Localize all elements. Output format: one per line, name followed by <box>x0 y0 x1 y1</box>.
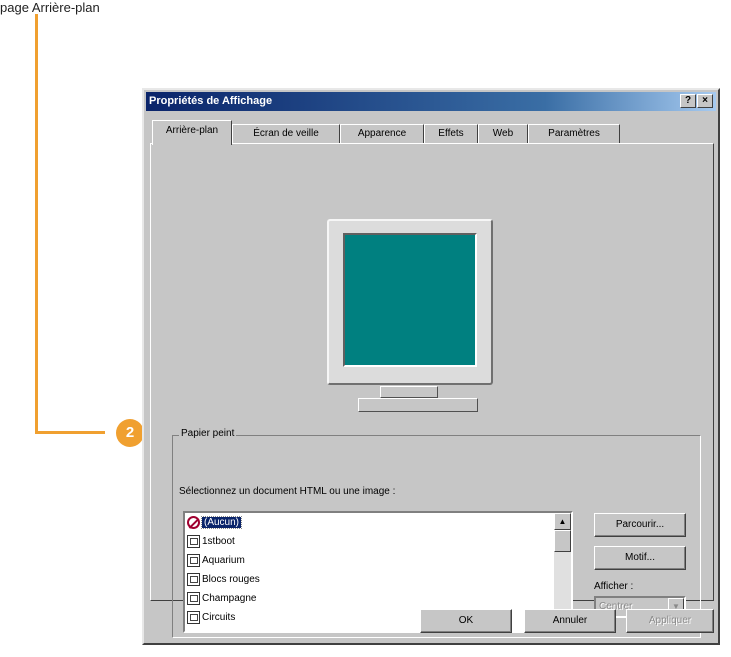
list-item-label: Circuits <box>202 612 236 623</box>
list-item[interactable]: (Aucun) <box>185 513 553 532</box>
list-item[interactable]: Champagne <box>185 589 553 608</box>
none-icon <box>187 516 200 529</box>
monitor-preview <box>327 219 493 385</box>
close-button[interactable]: × <box>697 94 713 108</box>
wallpaper-select-label: Sélectionnez un document HTML ou une ima… <box>179 486 396 497</box>
monitor-screen <box>343 233 477 367</box>
tab-settings[interactable]: Paramètres <box>528 124 620 144</box>
document-icon <box>187 554 200 567</box>
wallpaper-listbox[interactable]: (Aucun) 1stboot Aquarium Blocs rouges Ch… <box>183 511 573 633</box>
callout-line <box>35 14 38 434</box>
ok-button[interactable]: OK <box>420 609 512 633</box>
list-item-label: 1stboot <box>202 536 235 547</box>
list-item-label: Blocs rouges <box>202 574 260 585</box>
tab-appearance[interactable]: Apparence <box>340 124 424 144</box>
display-properties-dialog: Propriétés de Affichage ? × Arrière-plan… <box>142 88 720 645</box>
scroll-up-icon[interactable]: ▲ <box>554 513 571 530</box>
list-item-label: (Aucun) <box>200 516 243 529</box>
tab-background[interactable]: Arrière-plan <box>152 120 232 145</box>
browse-button[interactable]: Parcourir... <box>594 513 686 537</box>
cancel-button[interactable]: Annuler <box>524 609 616 633</box>
wallpaper-group: Papier peint Sélectionnez un document HT… <box>172 428 701 638</box>
tab-effects[interactable]: Effets <box>424 124 478 144</box>
list-item[interactable]: 1stboot <box>185 532 553 551</box>
apply-button[interactable]: Appliquer <box>626 609 714 633</box>
tab-screensaver[interactable]: Écran de veille <box>232 124 340 144</box>
help-button[interactable]: ? <box>680 94 696 108</box>
document-icon <box>187 611 200 624</box>
wallpaper-group-label: Papier peint <box>179 428 237 439</box>
display-mode-label: Afficher : <box>594 581 634 592</box>
list-item-label: Aquarium <box>202 555 245 566</box>
tab-web[interactable]: Web <box>478 124 528 144</box>
document-icon <box>187 535 200 548</box>
document-icon <box>187 573 200 586</box>
scroll-thumb[interactable] <box>554 530 571 552</box>
monitor-neck <box>380 386 438 398</box>
page-caption: page Arrière-plan <box>0 0 100 15</box>
title-bar[interactable]: Propriétés de Affichage ? × <box>146 92 716 111</box>
background-tab-panel: Papier peint Sélectionnez un document HT… <box>150 143 714 638</box>
callout-line-horizontal <box>35 431 105 434</box>
list-item[interactable]: Aquarium <box>185 551 553 570</box>
monitor-stand <box>358 398 478 412</box>
dialog-title: Propriétés de Affichage <box>149 95 273 107</box>
callout-badge: 2 <box>116 419 144 447</box>
document-icon <box>187 592 200 605</box>
list-item[interactable]: Blocs rouges <box>185 570 553 589</box>
pattern-button[interactable]: Motif... <box>594 546 686 570</box>
list-item-label: Champagne <box>202 593 257 604</box>
